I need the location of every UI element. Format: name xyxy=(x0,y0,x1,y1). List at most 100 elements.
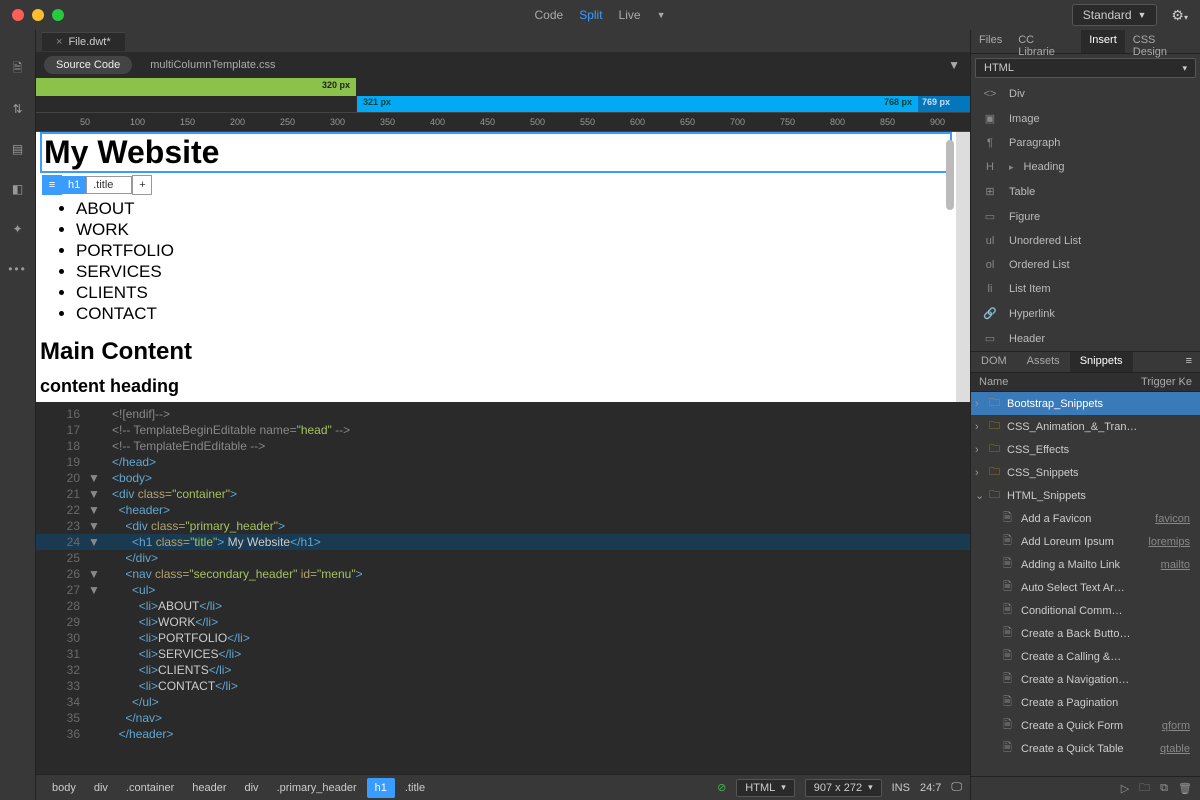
more-tools-icon[interactable]: ••• xyxy=(9,260,27,278)
preview-nav-item[interactable]: PORTFOLIO xyxy=(76,241,952,261)
code-line[interactable]: 35 </nav> xyxy=(36,710,970,726)
dom-icon[interactable]: ◧ xyxy=(9,180,27,198)
code-line[interactable]: 25 </div> xyxy=(36,550,970,566)
breadcrumb-item[interactable]: div xyxy=(237,778,267,798)
insert-item[interactable]: ¶Paragraph xyxy=(971,131,1200,155)
insert-item[interactable]: <>Div xyxy=(971,82,1200,106)
snippet-file[interactable]: 🗎Create a Quick Formqform xyxy=(971,714,1200,737)
bottom-panel-tab[interactable]: Assets xyxy=(1017,352,1070,372)
extract-icon[interactable]: ⇅ xyxy=(9,100,27,118)
close-tab-icon[interactable]: × xyxy=(56,36,62,48)
doctype-select[interactable]: HTML▾ xyxy=(736,779,794,797)
related-file-link[interactable]: multiColumnTemplate.css xyxy=(150,59,275,71)
disclosure-icon[interactable]: › xyxy=(975,421,985,433)
maximize-window-icon[interactable] xyxy=(52,9,64,21)
breadcrumb-item[interactable]: div xyxy=(86,778,116,798)
snippet-new-folder-icon[interactable]: 🗀 xyxy=(1139,779,1150,798)
snippet-file[interactable]: 🗎Auto Select Text Ar… xyxy=(971,576,1200,599)
css-designer-icon[interactable]: ▤ xyxy=(9,140,27,158)
code-line[interactable]: 18 <!-- TemplateEndEditable --> xyxy=(36,438,970,454)
disclosure-icon[interactable]: › xyxy=(975,467,985,479)
bottom-panel-tab[interactable]: DOM xyxy=(971,352,1017,372)
view-mode-live[interactable]: Live xyxy=(619,8,641,22)
breadcrumb-item[interactable]: h1 xyxy=(367,778,395,798)
code-line[interactable]: 23▼ <div class="primary_header"> xyxy=(36,518,970,534)
view-mode-more-icon[interactable]: ▼ xyxy=(657,10,666,20)
hud-menu-icon[interactable]: ≡ xyxy=(42,175,62,195)
preview-nav-item[interactable]: CLIENTS xyxy=(76,283,952,303)
bottom-panel-tab[interactable]: Snippets xyxy=(1070,352,1133,372)
snippet-file[interactable]: 🗎Create a Pagination xyxy=(971,691,1200,714)
file-management-icon[interactable]: 🗎 xyxy=(9,60,27,78)
breadcrumb-item[interactable]: header xyxy=(184,778,234,798)
code-line[interactable]: 17 <!-- TemplateBeginEditable name="head… xyxy=(36,422,970,438)
source-code-button[interactable]: Source Code xyxy=(44,56,132,74)
insert-item[interactable]: olOrdered List xyxy=(971,253,1200,277)
code-line[interactable]: 34 </ul> xyxy=(36,694,970,710)
disclosure-icon[interactable]: › xyxy=(975,444,985,456)
snippet-folder[interactable]: ›🗀CSS_Animation_&_Tran… xyxy=(971,415,1200,438)
code-line[interactable]: 29 <li>WORK</li> xyxy=(36,614,970,630)
media-query-bar-2[interactable]: 321 px 768 px 769 px xyxy=(36,96,970,112)
view-mode-split[interactable]: Split xyxy=(579,8,602,22)
disclosure-icon[interactable]: › xyxy=(975,398,985,410)
snippets-col-name[interactable]: Name xyxy=(979,376,1008,388)
code-line[interactable]: 24▼ <h1 class="title"> My Website</h1> xyxy=(36,534,970,550)
breadcrumb-item[interactable]: .container xyxy=(118,778,182,798)
preview-nav-item[interactable]: SERVICES xyxy=(76,262,952,282)
snippet-delete-icon[interactable]: 🗑 xyxy=(1178,782,1192,795)
code-line[interactable]: 26▼ <nav class="secondary_header" id="me… xyxy=(36,566,970,582)
view-mode-code[interactable]: Code xyxy=(535,8,564,22)
snippet-folder[interactable]: ⌄🗀HTML_Snippets xyxy=(971,484,1200,507)
insert-item[interactable]: ⊞Table xyxy=(971,179,1200,204)
snippet-file[interactable]: 🗎Create a Back Butto… xyxy=(971,622,1200,645)
snippet-folder[interactable]: ›🗀CSS_Effects xyxy=(971,438,1200,461)
snippets-col-trigger[interactable]: Trigger Ke xyxy=(1141,376,1192,388)
preview-h1-title[interactable]: My Website xyxy=(40,132,952,173)
media-query-bar-1[interactable]: 320 px xyxy=(36,78,970,96)
breadcrumb-item[interactable]: .title xyxy=(397,778,433,798)
no-errors-icon[interactable]: ⊘ xyxy=(717,781,726,794)
close-window-icon[interactable] xyxy=(12,9,24,21)
hud-tag-label[interactable]: h1 xyxy=(62,176,86,194)
panel-tab[interactable]: CSS Design xyxy=(1125,30,1200,53)
hud-add-icon[interactable]: + xyxy=(132,175,152,195)
snippet-play-icon[interactable]: ▷ xyxy=(1121,782,1129,795)
panel-tab[interactable]: Insert xyxy=(1081,30,1125,53)
snippet-file[interactable]: 🗎Add Loreum Ipsumloremips xyxy=(971,530,1200,553)
snippet-file[interactable]: 🗎Adding a Mailto Linkmailto xyxy=(971,553,1200,576)
preview-nav-item[interactable]: ABOUT xyxy=(76,199,952,219)
insert-item[interactable]: ▭Figure xyxy=(971,204,1200,229)
panel-tab[interactable]: Files xyxy=(971,30,1010,53)
scrollbar-thumb[interactable] xyxy=(946,140,954,210)
minimize-window-icon[interactable] xyxy=(32,9,44,21)
code-line[interactable]: 30 <li>PORTFOLIO</li> xyxy=(36,630,970,646)
code-line[interactable]: 27▼ <ul> xyxy=(36,582,970,598)
insert-item[interactable]: liList Item xyxy=(971,277,1200,301)
breadcrumb-item[interactable]: body xyxy=(44,778,84,798)
code-line[interactable]: 31 <li>SERVICES</li> xyxy=(36,646,970,662)
disclosure-icon[interactable]: ⌄ xyxy=(975,489,985,502)
live-preview[interactable]: My Website ≡ h1 .title + ABOUTWORKPORTFO… xyxy=(36,132,970,402)
insert-item[interactable]: ulUnordered List xyxy=(971,229,1200,253)
code-editor[interactable]: 16 <![endif]-->17 <!-- TemplateBeginEdit… xyxy=(36,402,970,774)
code-line[interactable]: 36 </header> xyxy=(36,726,970,742)
insert-item[interactable]: H▸Heading xyxy=(971,155,1200,179)
code-line[interactable]: 33 <li>CONTACT</li> xyxy=(36,678,970,694)
code-line[interactable]: 19 </head> xyxy=(36,454,970,470)
code-line[interactable]: 32 <li>CLIENTS</li> xyxy=(36,662,970,678)
code-line[interactable]: 21▼ <div class="container"> xyxy=(36,486,970,502)
panel-menu-icon[interactable]: ≡ xyxy=(1178,352,1200,372)
snippet-file[interactable]: 🗎Create a Calling &… xyxy=(971,645,1200,668)
insert-item[interactable]: 🔗Hyperlink xyxy=(971,301,1200,326)
media-query-dark[interactable]: 769 px xyxy=(918,96,970,112)
snippets-tree[interactable]: ›🗀Bootstrap_Snippets›🗀CSS_Animation_&_Tr… xyxy=(971,392,1200,776)
insert-category-select[interactable]: HTML▾ xyxy=(975,58,1196,78)
hud-class-input[interactable]: .title xyxy=(86,176,132,194)
snippet-folder[interactable]: ›🗀CSS_Snippets xyxy=(971,461,1200,484)
window-size-select[interactable]: 907 x 272▾ xyxy=(805,779,882,797)
insert-item[interactable]: ▣Image xyxy=(971,106,1200,131)
snippet-file[interactable]: 🗎Create a Navigation… xyxy=(971,668,1200,691)
filter-icon[interactable]: ▼ xyxy=(948,58,960,72)
preview-in-browser-icon[interactable]: 🖵 xyxy=(951,781,962,794)
